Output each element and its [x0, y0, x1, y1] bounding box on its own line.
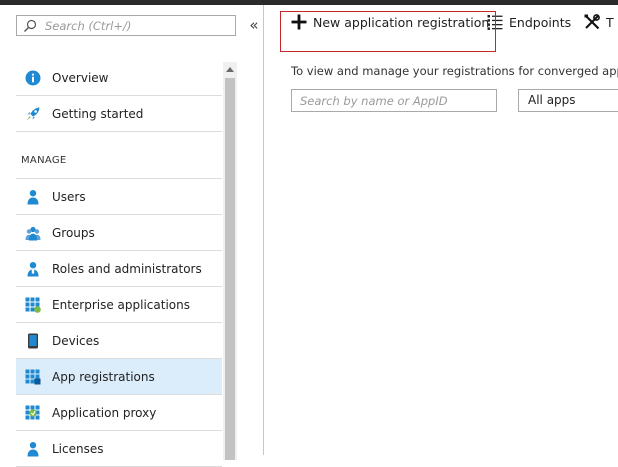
menu-item-label: Application proxy [52, 406, 157, 420]
resource-menu: Overview Getting started MANAGE Users Gr… [16, 60, 222, 467]
menu-item-label: Getting started [52, 107, 144, 121]
menu-item-label: Roles and administrators [52, 262, 202, 276]
menu-scrollbar[interactable] [223, 62, 237, 460]
menu-item-devices[interactable]: Devices [16, 323, 222, 359]
info-icon [25, 70, 41, 86]
scroll-thumb[interactable] [225, 78, 235, 460]
scroll-up-arrow[interactable] [223, 62, 237, 76]
menu-item-label: Enterprise applications [52, 298, 190, 312]
app-filter-dropdown[interactable]: All apps [518, 89, 618, 112]
menu-item-roles-and-administrators[interactable]: Roles and administrators [16, 251, 222, 287]
tools-icon [584, 14, 600, 30]
app-proxy-icon [25, 405, 40, 420]
enterprise-apps-icon [25, 297, 41, 313]
new-application-registration-label: New application registration [313, 15, 490, 30]
app-search-box[interactable] [291, 89, 497, 112]
plus-icon [291, 14, 307, 30]
command-bar: New application registration Endpoints T [264, 5, 618, 43]
menu-item-getting-started[interactable]: Getting started [16, 96, 222, 132]
endpoints-button[interactable]: Endpoints [487, 5, 577, 39]
endpoints-label: Endpoints [509, 15, 572, 30]
menu-item-label: Devices [52, 334, 100, 348]
menu-item-application-proxy[interactable]: Application proxy [16, 395, 222, 431]
app-registrations-icon [25, 369, 41, 385]
menu-item-label: Groups [52, 226, 95, 240]
blade-divider [263, 5, 264, 455]
rocket-icon [26, 107, 40, 121]
list-icon [487, 15, 503, 30]
app-search-input[interactable] [300, 92, 490, 109]
menu-item-overview[interactable]: Overview [16, 60, 222, 96]
troubleshoot-button[interactable]: T [584, 5, 618, 39]
new-application-registration-button[interactable]: New application registration [290, 5, 500, 39]
user-icon [27, 190, 39, 205]
role-user-icon [27, 262, 39, 277]
menu-search-box[interactable] [16, 15, 236, 36]
menu-item-enterprise-applications[interactable]: Enterprise applications [16, 287, 222, 323]
menu-item-label: Licenses [52, 442, 104, 456]
app-filter-selected-value: All apps [528, 93, 576, 107]
search-icon [24, 19, 37, 32]
registrations-info-text: To view and manage your registrations fo… [291, 64, 618, 78]
menu-item-label: App registrations [52, 370, 155, 384]
troubleshoot-label: T [606, 15, 614, 30]
menu-item-licenses[interactable]: Licenses [16, 431, 222, 467]
menu-search-input[interactable] [45, 17, 231, 34]
menu-item-users[interactable]: Users [16, 179, 222, 215]
group-icon [25, 226, 41, 241]
menu-item-label: Users [52, 190, 86, 204]
section-heading-manage: MANAGE [16, 132, 222, 179]
menu-item-app-registrations[interactable]: App registrations [16, 359, 222, 395]
left-menu-blade: « Overview Getting started MANAGE [0, 5, 263, 467]
caret-up-icon [226, 67, 234, 72]
section-heading-label: MANAGE [21, 155, 67, 166]
device-icon [28, 333, 38, 349]
menu-item-groups[interactable]: Groups [16, 215, 222, 251]
menu-item-label: Overview [52, 71, 109, 85]
collapse-menu-button[interactable]: « [246, 16, 262, 34]
